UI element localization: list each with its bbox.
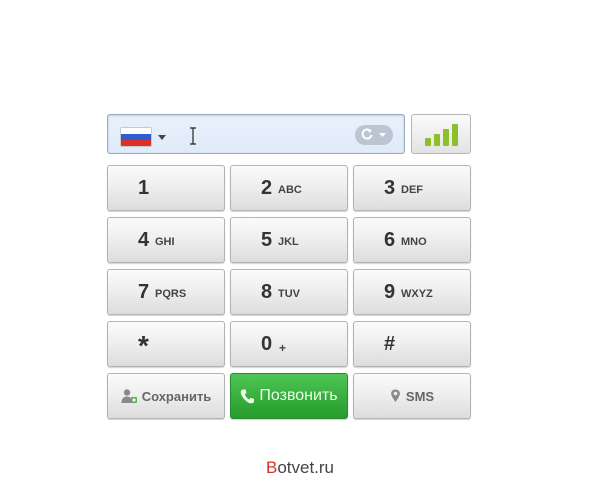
- key-star[interactable]: *: [107, 321, 225, 367]
- phone-icon: [240, 388, 255, 405]
- sms-label: SMS: [405, 388, 435, 404]
- key-digit: #: [384, 333, 396, 355]
- key-hash[interactable]: #: [353, 321, 471, 367]
- text-cursor-icon: [190, 127, 196, 145]
- key-letters: ABC: [278, 184, 302, 196]
- phone-number-field[interactable]: [107, 114, 405, 154]
- location-pin-icon: [390, 389, 401, 403]
- key-letters: PQRS: [155, 288, 187, 300]
- key-digit: 3: [384, 177, 396, 199]
- dial-pad: 1 2 ABC 3 DEF 4 GHI 5 JKL 6 MNO 7 PQRS 8: [107, 165, 471, 419]
- key-8[interactable]: 8 TUV: [230, 269, 348, 315]
- key-digit: 9: [384, 281, 396, 303]
- key-letters: WXYZ: [401, 288, 433, 300]
- sms-button[interactable]: SMS: [353, 373, 471, 419]
- key-letters: GHI: [155, 236, 175, 248]
- key-5[interactable]: 5 JKL: [230, 217, 348, 263]
- chevron-down-icon[interactable]: [158, 135, 166, 140]
- save-contact-button[interactable]: Сохранить: [107, 373, 225, 419]
- redial-icon: [361, 128, 386, 140]
- call-label: Позвонить: [259, 387, 338, 404]
- key-letters: TUV: [278, 288, 300, 300]
- key-letters: JKL: [278, 236, 299, 248]
- key-4[interactable]: 4 GHI: [107, 217, 225, 263]
- key-digit: 8: [261, 281, 273, 303]
- key-letters: +: [279, 341, 287, 355]
- key-9[interactable]: 9 WXYZ: [353, 269, 471, 315]
- key-7[interactable]: 7 PQRS: [107, 269, 225, 315]
- redial-button[interactable]: [355, 125, 393, 145]
- key-2[interactable]: 2 ABC: [230, 165, 348, 211]
- watermark-text: otvet.ru: [277, 458, 335, 477]
- dialer-widget: 1 2 ABC 3 DEF 4 GHI 5 JKL 6 MNO 7 PQRS 8: [107, 114, 471, 419]
- signal-strength-icon: [425, 124, 458, 146]
- key-letters: DEF: [401, 184, 423, 196]
- key-digit: 1: [138, 177, 150, 199]
- call-button[interactable]: Позвонить: [230, 373, 348, 419]
- save-label: Сохранить: [141, 388, 212, 404]
- signal-strength-button[interactable]: [411, 114, 471, 154]
- key-digit: 2: [261, 177, 273, 199]
- key-1[interactable]: 1: [107, 165, 225, 211]
- watermark: Botvet.ru: [0, 458, 600, 478]
- key-6[interactable]: 6 MNO: [353, 217, 471, 263]
- key-digit: 5: [261, 229, 273, 251]
- key-digit: *: [138, 330, 149, 361]
- key-0[interactable]: 0 +: [230, 321, 348, 367]
- key-digit: 4: [138, 229, 150, 251]
- key-digit: 0: [261, 333, 273, 355]
- key-digit: 7: [138, 281, 150, 303]
- dialer-top-row: [107, 114, 471, 158]
- add-contact-icon: [121, 388, 137, 404]
- key-digit: 6: [384, 229, 396, 251]
- watermark-first-letter: B: [265, 458, 278, 477]
- russia-flag-icon[interactable]: [120, 127, 152, 147]
- key-letters: MNO: [401, 236, 427, 248]
- key-3[interactable]: 3 DEF: [353, 165, 471, 211]
